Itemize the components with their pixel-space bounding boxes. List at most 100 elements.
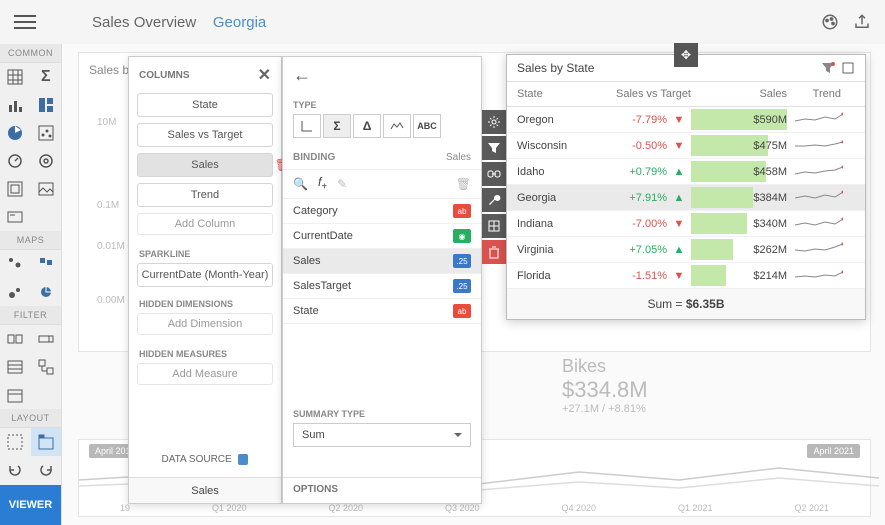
type-badge-icon: .25: [453, 254, 471, 268]
data-source-label[interactable]: DATA SOURCE: [162, 454, 232, 465]
table-row[interactable]: Indiana-7.00%▼$340M: [507, 211, 865, 237]
filter-indicator-icon[interactable]: [821, 61, 835, 75]
tool-sigma[interactable]: Σ: [31, 63, 62, 91]
type-measure[interactable]: Σ: [323, 114, 351, 138]
column-item[interactable]: Sales vs Target: [137, 123, 273, 147]
tool-group[interactable]: [0, 428, 31, 456]
delete-icon[interactable]: 🗑: [456, 177, 471, 191]
arrow-up-icon: ▲: [667, 192, 691, 204]
col-sales[interactable]: Sales: [691, 88, 787, 100]
tool-card[interactable]: [0, 203, 31, 231]
col-trend[interactable]: Trend: [787, 88, 847, 100]
table-row[interactable]: Wisconsin-0.50%▼$475M: [507, 133, 865, 159]
add-measure[interactable]: Add Measure: [137, 363, 273, 385]
timeline-end-tag[interactable]: April 2021: [807, 444, 860, 458]
breadcrumb-root[interactable]: Sales Overview: [92, 14, 196, 31]
tool-redo[interactable]: [31, 456, 62, 484]
table-row[interactable]: Idaho+0.79%▲$458M: [507, 159, 865, 185]
col-svt[interactable]: Sales vs Target: [587, 88, 691, 100]
gear-icon[interactable]: [482, 110, 506, 134]
tool-list[interactable]: [0, 353, 31, 381]
fx-icon[interactable]: f+: [318, 175, 327, 192]
tool-bar-chart[interactable]: [0, 91, 31, 119]
table-row[interactable]: Georgia+7.91%▲$384M: [507, 185, 865, 211]
type-badge-icon: ab: [453, 204, 471, 218]
edit-icon[interactable]: ✎: [337, 177, 347, 191]
type-delta[interactable]: Δ: [353, 114, 381, 138]
tool-scatter[interactable]: [31, 119, 62, 147]
close-icon[interactable]: ✕: [258, 65, 271, 85]
tool-undo[interactable]: [0, 456, 31, 484]
column-item[interactable]: Trend: [137, 183, 273, 207]
export-icon[interactable]: [853, 13, 871, 31]
sidebar-section-layout: LAYOUT: [0, 409, 61, 428]
tool-pie[interactable]: [0, 119, 31, 147]
summary-select[interactable]: Sum: [293, 423, 471, 447]
columns-title: COLUMNS: [139, 70, 190, 81]
sparkline-field[interactable]: CurrentDate (Month-Year): [137, 263, 273, 287]
tool-combo[interactable]: [31, 325, 62, 353]
sales-by-state-grid: ✥ Sales by State State Sales vs Target S…: [506, 54, 866, 320]
tool-pivot[interactable]: [31, 91, 62, 119]
column-item[interactable]: Sales🗑: [137, 153, 273, 177]
arrow-down-icon: ▼: [667, 270, 691, 282]
tool-empty2: [31, 381, 62, 409]
binding-item[interactable]: Sales.25: [283, 249, 481, 274]
link-icon[interactable]: [482, 162, 506, 186]
item-tool-strip: [482, 110, 506, 266]
back-arrow-icon[interactable]: ←: [293, 65, 311, 86]
tool-geomap[interactable]: [0, 250, 31, 278]
add-dimension[interactable]: Add Dimension: [137, 313, 273, 335]
tool-piemap[interactable]: [31, 278, 62, 306]
grid-summary: Sum = $6.35B: [507, 289, 865, 319]
tool-range[interactable]: [0, 325, 31, 353]
tool-date[interactable]: [0, 381, 31, 409]
funnel-icon[interactable]: [482, 136, 506, 160]
column-item[interactable]: State: [137, 93, 273, 117]
datasource-icon[interactable]: [238, 454, 248, 465]
hamburger-menu[interactable]: [14, 11, 36, 33]
tool-treemap[interactable]: [0, 175, 31, 203]
timeline-ticks: 19 Q1 2020 Q2 2020 Q3 2020 Q4 2020 Q1 20…: [79, 503, 870, 513]
options-section[interactable]: OPTIONS: [283, 477, 481, 503]
palette-icon[interactable]: [821, 13, 839, 31]
arrow-up-icon: ▲: [667, 166, 691, 178]
type-badge-icon: .25: [453, 279, 471, 293]
table-row[interactable]: Oregon-7.79%▼$590M: [507, 107, 865, 133]
tool-choropleth[interactable]: [31, 250, 62, 278]
maximize-icon[interactable]: [841, 61, 855, 75]
col-state[interactable]: State: [517, 88, 587, 100]
binding-item[interactable]: CurrentDate◉: [283, 224, 481, 249]
grid-title: Sales by State: [517, 61, 594, 75]
arrow-down-icon: ▼: [667, 218, 691, 230]
trash-icon[interactable]: [482, 240, 506, 264]
type-dimension[interactable]: [293, 114, 321, 138]
tool-tabgroup[interactable]: [31, 428, 62, 456]
tool-bubble[interactable]: [0, 278, 31, 306]
tool-gauge2[interactable]: [31, 147, 62, 175]
sidebar-section-maps: MAPS: [0, 231, 61, 250]
binding-item[interactable]: SalesTarget.25: [283, 274, 481, 299]
convert-icon[interactable]: [482, 214, 506, 238]
sidebar-section-common: COMMON: [0, 44, 61, 63]
tool-gauge[interactable]: [0, 147, 31, 175]
add-column[interactable]: Add Column: [137, 213, 273, 235]
move-icon[interactable]: ✥: [674, 43, 698, 67]
table-row[interactable]: Florida-1.51%▼$214M: [507, 263, 865, 289]
tool-grid[interactable]: [0, 63, 31, 91]
search-icon[interactable]: 🔍: [293, 177, 308, 191]
columns-panel: COLUMNS ✕ State Sales vs Target Sales🗑 Tren…: [128, 56, 282, 504]
type-text[interactable]: ABC: [413, 114, 441, 138]
columns-footer-tab[interactable]: Sales: [129, 477, 281, 503]
tool-image[interactable]: [31, 175, 62, 203]
binding-item[interactable]: Categoryab: [283, 199, 481, 224]
breadcrumb: Sales Overview Georgia: [92, 14, 266, 31]
wrench-icon[interactable]: [482, 188, 506, 212]
viewer-button[interactable]: VIEWER: [0, 485, 61, 525]
table-row[interactable]: Virginia+7.05%▲$262M: [507, 237, 865, 263]
breadcrumb-active[interactable]: Georgia: [213, 14, 266, 31]
type-badge-icon: ab: [453, 304, 471, 318]
binding-item[interactable]: Stateab: [283, 299, 481, 324]
type-sparkline[interactable]: [383, 114, 411, 138]
tool-tree[interactable]: [31, 353, 62, 381]
